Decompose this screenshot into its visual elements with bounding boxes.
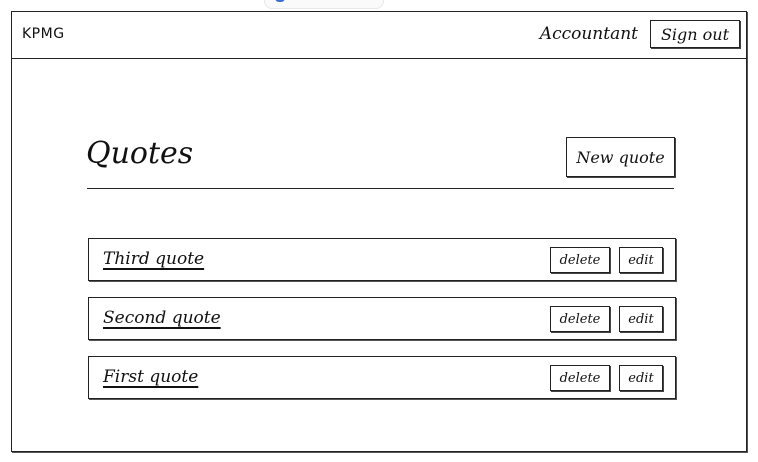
page-title: Quotes [86,136,194,171]
top-nav-bar: KPMG Accountant Sign out [12,12,746,59]
quote-row: First quote delete edit [88,356,676,399]
quote-row: Second quote delete edit [88,297,676,340]
browser-tab-indicator [264,0,384,9]
delete-quote-button[interactable]: delete [550,247,610,273]
app-window: KPMG Accountant Sign out Quotes New quot… [11,11,747,452]
delete-quote-button[interactable]: delete [550,365,610,391]
sign-out-button[interactable]: Sign out [650,20,740,48]
edit-quote-button[interactable]: edit [619,306,663,332]
edit-quote-button[interactable]: edit [619,365,663,391]
quote-link[interactable]: Third quote [103,249,204,269]
delete-quote-button[interactable]: delete [550,306,610,332]
new-quote-button[interactable]: New quote [566,137,675,177]
brand-logo: KPMG [22,26,65,42]
quote-link[interactable]: First quote [103,367,198,387]
quote-row: Third quote delete edit [88,238,676,281]
user-role: Accountant [539,24,638,44]
edit-quote-button[interactable]: edit [619,247,663,273]
app-stage: KPMG Accountant Sign out Quotes New quot… [0,0,758,462]
quote-list: Third quote delete edit Second quote del… [88,238,676,415]
title-divider [87,188,674,189]
quote-link[interactable]: Second quote [103,308,221,328]
tab-accent [275,0,285,2]
